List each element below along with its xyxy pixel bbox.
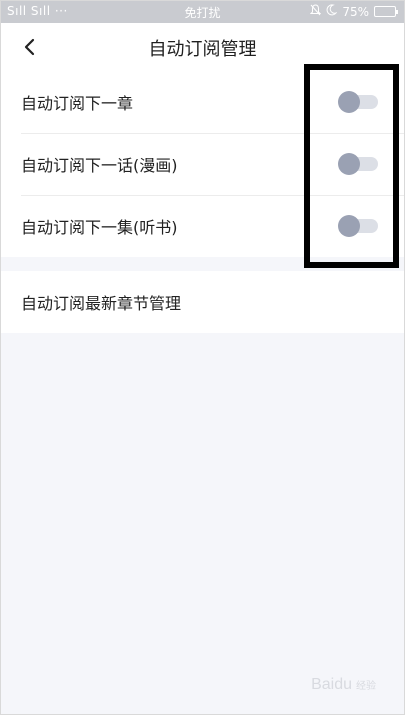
manage-label: 自动订阅最新章节管理: [21, 294, 182, 313]
setting-label: 自动订阅下一集(听书): [21, 218, 178, 237]
highlight-annotation-box: [304, 64, 399, 268]
battery-percent: 75%: [342, 4, 369, 19]
moon-icon: [326, 4, 338, 19]
status-right: 75%: [310, 4, 398, 19]
watermark-sub: 经验: [356, 681, 376, 692]
baidu-watermark: Baidu 经验: [311, 676, 376, 694]
setting-label: 自动订阅下一章: [21, 94, 134, 113]
latest-chapter-management-item[interactable]: 自动订阅最新章节管理: [1, 271, 404, 333]
watermark-brand: Baidu: [311, 676, 352, 693]
screen: Sıll Sıll ··· 免打扰 75% 自动订阅管理 自动订阅下一章 自动订…: [0, 0, 405, 715]
bell-off-icon: [310, 4, 322, 19]
page-title: 自动订阅管理: [148, 39, 257, 60]
battery-icon: [374, 6, 398, 17]
setting-label: 自动订阅下一话(漫画): [21, 156, 178, 175]
status-bar: Sıll Sıll ··· 免打扰 75%: [1, 1, 404, 23]
